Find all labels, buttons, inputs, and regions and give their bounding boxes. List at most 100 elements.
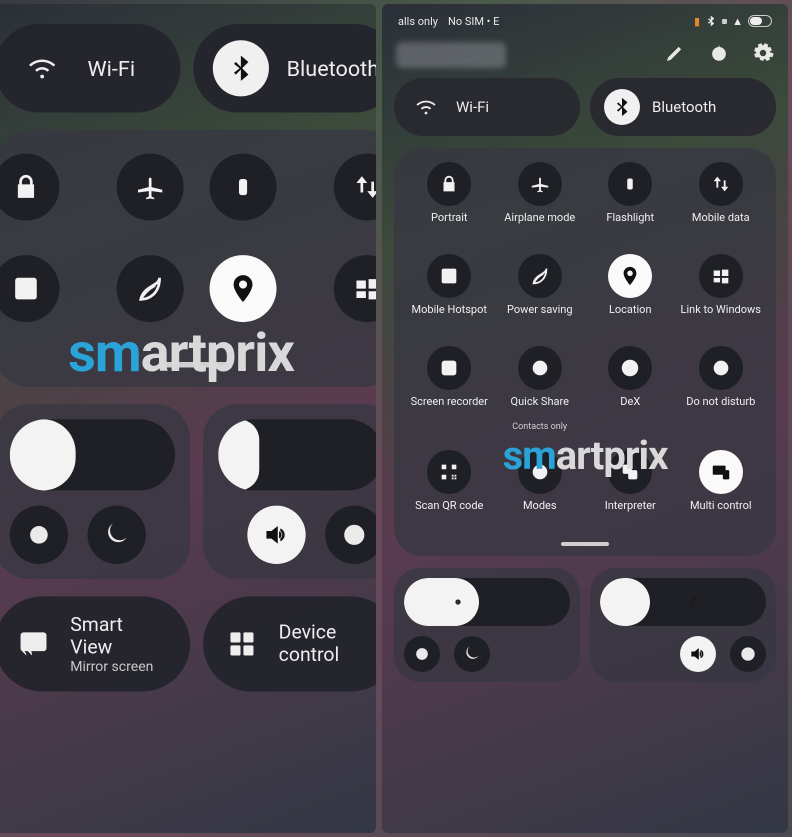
tile-label: Screen recorder [411, 396, 488, 420]
quickshare-icon [518, 346, 562, 390]
tile-mobiledata[interactable]: Mobile data [676, 162, 767, 236]
leaked-screenshot-right: alls only No SIM • E ▮ ▲ Wi-Fi Bluetooth [382, 4, 788, 833]
qr-icon [427, 450, 471, 494]
wifi-icon [14, 40, 70, 96]
volume-slider[interactable] [600, 578, 766, 626]
tile-dex[interactable]: DeX [585, 346, 676, 432]
tile-link-windows[interactable] [333, 255, 376, 322]
quick-tiles-panel [0, 130, 376, 387]
volume-fill [218, 419, 259, 490]
dnd-icon [699, 346, 743, 390]
status-carrier-1: alls only [398, 15, 438, 28]
tile-label: Portrait [431, 212, 468, 236]
tile-dnd[interactable]: Do not disturb [676, 346, 767, 432]
tile-airplane[interactable] [116, 154, 183, 221]
tile-multicontrol[interactable]: Multi control [676, 450, 767, 524]
linkwindows-icon [699, 254, 743, 298]
dark-mode-toggle[interactable] [88, 506, 146, 564]
sun-icon [450, 594, 466, 610]
wifi-toggle[interactable]: Wi-Fi [394, 78, 580, 136]
tile-label: Quick Share [511, 396, 569, 420]
tile-mobile-data[interactable] [333, 154, 376, 221]
sound-mode-toggle[interactable] [247, 506, 305, 564]
tile-flashlight[interactable] [210, 154, 277, 221]
wifi-icon [408, 89, 444, 125]
volume-fill [600, 578, 650, 626]
bluetooth-label: Bluetooth [287, 55, 376, 81]
tile-interpreter[interactable]: Interpreter [585, 450, 676, 524]
smart-view-title: Smart View [70, 613, 168, 658]
sound-mode-toggle[interactable] [680, 636, 716, 672]
tile-hotspot[interactable] [0, 255, 60, 322]
quick-tiles-panel: Portrait Airplane mode Flashlight Mobile da… [394, 148, 776, 556]
drag-handle[interactable] [164, 362, 229, 367]
auto-brightness-toggle[interactable] [404, 636, 440, 672]
tile-hotspot[interactable]: Mobile Hotspot [404, 254, 495, 328]
tile-sub: Contacts only [512, 422, 567, 432]
tile-label: Location [609, 304, 652, 328]
tile-qr[interactable]: Scan QR code [404, 450, 495, 524]
drag-handle[interactable] [561, 542, 609, 546]
bt-status-icon [705, 15, 717, 27]
auto-brightness-toggle[interactable] [10, 506, 68, 564]
brightness-card [394, 568, 580, 682]
brightness-slider[interactable] [404, 578, 570, 626]
multicontrol-icon [699, 450, 743, 494]
tile-linkwindows[interactable]: Link to Windows [676, 254, 767, 328]
tile-label: Modes [523, 500, 557, 524]
tile-label: Multi control [690, 500, 752, 524]
tile-label: Mobile data [692, 212, 750, 236]
airplane-icon [518, 162, 562, 206]
tile-label: Power saving [507, 304, 573, 328]
tile-portrait[interactable]: Portrait [404, 162, 495, 236]
tile-label: Interpreter [605, 500, 656, 524]
tile-screenrec[interactable]: Screen recorder [404, 346, 495, 432]
tile-portrait[interactable] [0, 154, 60, 221]
tile-location[interactable] [210, 255, 277, 322]
portrait-icon [427, 162, 471, 206]
sun-icon [49, 419, 175, 490]
tile-label: Mobile Hotspot [412, 304, 487, 328]
tile-label: Airplane mode [504, 212, 575, 236]
tile-airplane[interactable]: Airplane mode [495, 162, 586, 236]
device-control-button[interactable]: Device control [203, 596, 376, 691]
clock-blurred [396, 42, 506, 68]
tile-quickshare[interactable]: Quick Share Contacts only [495, 346, 586, 432]
bluetooth-toggle[interactable]: Bluetooth [194, 24, 376, 113]
brightness-slider[interactable] [10, 419, 175, 490]
tile-location[interactable]: Location [585, 254, 676, 328]
dark-mode-toggle[interactable] [454, 636, 490, 672]
bluetooth-icon [604, 89, 640, 125]
wifi-toggle[interactable]: Wi-Fi [0, 24, 181, 113]
tile-powersaving[interactable]: Power saving [495, 254, 586, 328]
battery-icon [748, 15, 772, 27]
dex-icon [608, 346, 652, 390]
leaked-screenshot-left: Wi-Fi Bluetooth [0, 4, 376, 833]
volume-slider[interactable] [218, 419, 376, 490]
tile-modes[interactable]: Modes [495, 450, 586, 524]
tile-label: DeX [620, 396, 640, 420]
powersaving-icon [518, 254, 562, 298]
device-control-label: Device control [279, 621, 376, 666]
tile-flashlight[interactable]: Flashlight [585, 162, 676, 236]
mobiledata-icon [699, 162, 743, 206]
smart-view-button[interactable]: Smart View Mirror screen [0, 596, 190, 691]
status-carrier-2: No SIM • E [448, 15, 499, 28]
brightness-fill [404, 578, 479, 626]
sound-output-toggle[interactable] [730, 636, 766, 672]
sound-card [203, 404, 376, 579]
bluetooth-toggle[interactable]: Bluetooth [590, 78, 776, 136]
bluetooth-icon [213, 40, 269, 96]
grid-icon [225, 627, 260, 662]
settings-button[interactable] [752, 42, 774, 68]
bluetooth-label: Bluetooth [652, 98, 716, 116]
sound-card [590, 568, 776, 682]
power-button[interactable] [708, 42, 730, 68]
status-icons: ▮ ▲ [694, 15, 772, 28]
smart-view-subtitle: Mirror screen [70, 659, 168, 675]
tile-label: Scan QR code [415, 500, 483, 524]
tile-power-saving[interactable] [116, 255, 183, 322]
sound-output-toggle[interactable] [325, 506, 376, 564]
brightness-card [0, 404, 190, 579]
edit-button[interactable] [664, 42, 686, 68]
